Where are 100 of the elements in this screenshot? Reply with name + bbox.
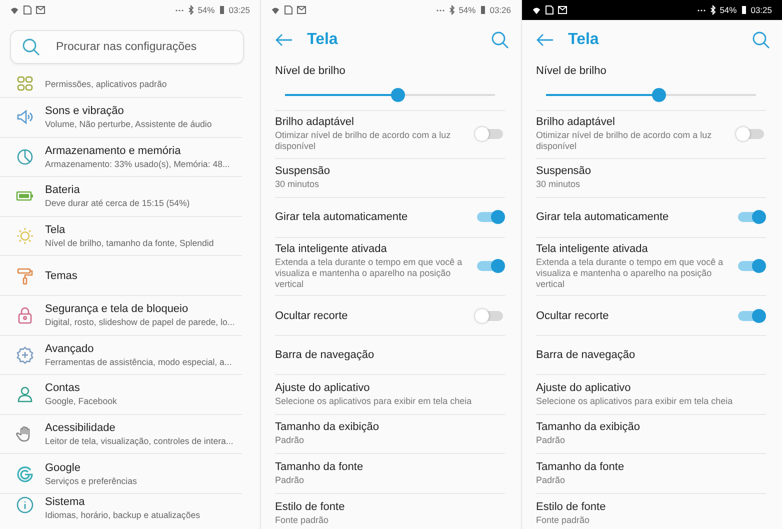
setting-title[interactable]: Brilho adaptável xyxy=(536,116,730,128)
apps-grid-icon xyxy=(16,74,34,92)
setting-summary: Armazenamento: 33% usado(s), Memória: 48... xyxy=(45,158,230,169)
toggle-switch[interactable] xyxy=(738,212,764,222)
setting-title[interactable]: Girar tela automaticamente xyxy=(536,211,730,224)
toggle-switch[interactable] xyxy=(477,129,503,140)
setting-summary: Deve durar até cerca de 15:15 (54%) xyxy=(45,198,190,208)
setting-title[interactable]: Bateria xyxy=(45,184,190,196)
setting-summary: Volume, Não perturbe, Assistente de áudio xyxy=(45,119,212,130)
mail-icon xyxy=(36,6,45,14)
setting-summary: 30 minutos xyxy=(275,179,320,190)
toggle-switch[interactable] xyxy=(477,212,503,222)
wifi-icon xyxy=(271,6,280,14)
setting-summary: Extenda a tela durante o tempo em que você a visualiza e mantenha o aparelho na posição vertical xyxy=(275,256,464,290)
toggle-switch[interactable] xyxy=(477,261,503,272)
setting-title[interactable]: Sons e vibração xyxy=(45,105,212,118)
setting-summary: Permissões, aplicativos padrão xyxy=(45,78,167,88)
search-field[interactable]: Procurar nas configurações xyxy=(10,30,244,64)
mail-icon xyxy=(558,6,567,14)
toggle-switch[interactable] xyxy=(738,310,764,320)
setting-title: Nível de brilho xyxy=(536,65,608,77)
more-dots-icon xyxy=(436,8,445,12)
g-letter-icon xyxy=(16,464,34,483)
setting-title[interactable]: Tamanho da fonte xyxy=(275,460,505,473)
battery-icon xyxy=(740,5,747,15)
setting-title[interactable]: Ocultar recorte xyxy=(536,310,730,322)
setting-title[interactable]: Segurança e tela de bloqueio xyxy=(45,303,235,316)
person-icon xyxy=(16,385,34,404)
page-title: Tela xyxy=(568,31,599,49)
setting-title[interactable]: Sistema xyxy=(45,496,200,508)
more-dots-icon xyxy=(696,8,706,12)
setting-summary: Otimizar nível de brilho de acordo com a luz disponível xyxy=(275,130,452,152)
setting-summary: Padrão xyxy=(536,474,566,486)
setting-summary: Padrão xyxy=(275,474,306,486)
battery-percent: 54% xyxy=(458,5,476,15)
pie-chart-icon xyxy=(16,148,34,166)
setting-summary: Otimizar nível de brilho de acordo com a luz disponível xyxy=(536,130,713,152)
file-icon xyxy=(545,5,554,15)
setting-summary: Selecione os aplicativos para exibir em tela cheia xyxy=(536,396,734,408)
setting-summary: 30 minutos xyxy=(536,179,582,190)
setting-summary: Nível de brilho, tamanho da fonte, Splendid xyxy=(45,238,214,248)
battery-percent: 54% xyxy=(720,5,737,15)
bluetooth-icon xyxy=(188,5,194,15)
setting-title[interactable]: Barra de navegação xyxy=(536,349,766,361)
setting-title[interactable]: Girar tela automaticamente xyxy=(275,211,469,224)
setting-summary: Idiomas, horário, backup e atualizações xyxy=(45,510,200,520)
toggle-switch[interactable] xyxy=(477,310,503,320)
setting-title: Nível de brilho xyxy=(275,65,346,77)
setting-title[interactable]: Tela inteligente ativada xyxy=(275,242,469,254)
battery-icon xyxy=(480,5,486,15)
file-icon xyxy=(284,5,293,15)
clock-time: 03:25 xyxy=(750,5,772,15)
back-arrow-icon[interactable] xyxy=(536,33,554,47)
setting-summary: Leitor de tela, visualização, controles de intera... xyxy=(45,436,234,446)
setting-title[interactable]: Ocultar recorte xyxy=(275,310,469,322)
toggle-switch[interactable] xyxy=(738,129,764,140)
setting-title[interactable]: Armazenamento e memória xyxy=(45,144,230,157)
setting-title[interactable]: Tela xyxy=(45,224,214,236)
speaker-icon xyxy=(16,108,34,126)
back-arrow-icon[interactable] xyxy=(275,33,293,47)
setting-summary: Digital, rosto, slideshow de papel de parede, lo... xyxy=(45,317,235,328)
setting-title[interactable]: Tamanho da exibição xyxy=(275,421,505,434)
setting-summary: Serviços e preferências xyxy=(45,476,137,486)
search-icon[interactable] xyxy=(752,31,770,49)
setting-title[interactable]: Tela inteligente ativada xyxy=(536,242,730,254)
setting-summary: Ferramentas de assistência, modo especial, a... xyxy=(45,356,232,367)
clock-time: 03:26 xyxy=(490,5,511,15)
setting-title[interactable]: Google xyxy=(45,462,137,474)
wifi-icon xyxy=(10,6,19,14)
setting-title[interactable]: Ajuste do aplicativo xyxy=(536,382,766,394)
setting-title[interactable]: Ajuste do aplicativo xyxy=(275,382,505,394)
setting-title[interactable]: Avançado xyxy=(45,342,232,355)
setting-title[interactable]: Temas xyxy=(45,270,78,282)
setting-summary: Fonte padrão xyxy=(275,514,330,526)
setting-title[interactable]: Suspensão xyxy=(275,165,505,178)
setting-title[interactable]: Tamanho da fonte xyxy=(536,460,766,473)
info-icon xyxy=(16,496,34,514)
setting-title[interactable]: Estilo de fonte xyxy=(536,500,766,513)
setting-title[interactable]: Tamanho da exibição xyxy=(536,421,766,434)
setting-summary: Fonte padrão xyxy=(536,514,591,526)
bluetooth-icon xyxy=(710,5,716,15)
setting-title[interactable]: Estilo de fonte xyxy=(275,500,505,513)
paint-roller-icon xyxy=(16,266,34,285)
setting-title[interactable]: Acessibilidade xyxy=(45,422,234,434)
setting-title[interactable]: Brilho adaptável xyxy=(275,116,469,128)
more-dots-icon xyxy=(174,8,184,12)
setting-summary: Google, Facebook xyxy=(45,396,117,406)
gear-icon xyxy=(16,346,34,364)
toggle-switch[interactable] xyxy=(738,261,764,272)
file-icon xyxy=(23,5,32,15)
setting-title[interactable]: Barra de navegação xyxy=(275,349,505,361)
sun-icon xyxy=(16,227,34,246)
setting-title[interactable]: Suspensão xyxy=(536,165,766,178)
setting-title[interactable]: Contas xyxy=(45,382,117,394)
search-icon[interactable] xyxy=(491,31,509,49)
clock-time: 03:25 xyxy=(228,5,250,15)
bluetooth-icon xyxy=(448,5,455,15)
page-title: Tela xyxy=(307,31,338,49)
setting-summary: Extenda a tela durante o tempo em que você a visualiza e mantenha o aparelho na posição vertical xyxy=(536,256,724,290)
setting-summary: Padrão xyxy=(536,435,566,447)
